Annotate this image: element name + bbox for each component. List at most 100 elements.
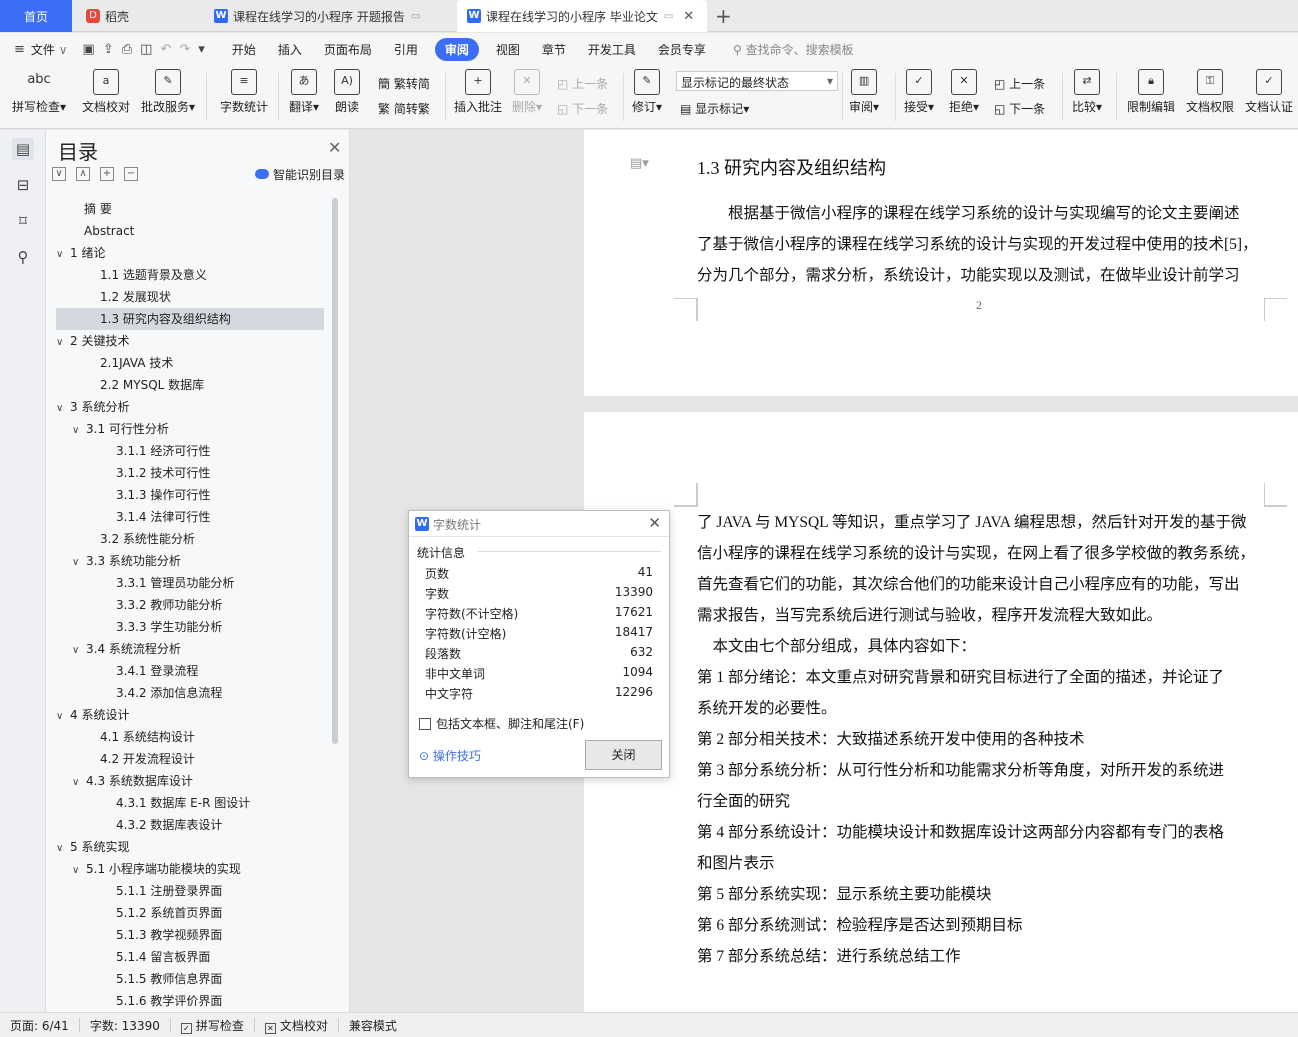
toc-item[interactable]: 3.1.2 技术可行性 bbox=[56, 462, 324, 484]
chevron-down-icon[interactable]: ∨ bbox=[72, 420, 86, 442]
toc-item[interactable]: 3.3.3 学生功能分析 bbox=[56, 616, 324, 638]
tab-doc-thesis[interactable]: W课程在线学习的小程序 毕业论文▭✕ bbox=[457, 0, 707, 32]
show-markup-button[interactable]: ▤ 显示标记▾ bbox=[680, 100, 749, 117]
menu-file[interactable]: 文件 ∨ bbox=[29, 41, 79, 58]
toc-item[interactable]: 5.1.3 教学视频界面 bbox=[56, 924, 324, 946]
tips-link[interactable]: ⊙ 操作技巧 bbox=[419, 747, 481, 764]
toc-item[interactable]: 1.3 研究内容及组织结构 bbox=[56, 308, 324, 330]
tab-home[interactable]: 首页 bbox=[0, 0, 72, 32]
outline-icon[interactable]: ▤ bbox=[12, 138, 34, 160]
toc-item[interactable]: 5.1.6 教学评价界面 bbox=[56, 990, 324, 1012]
menu-start[interactable]: 开始 bbox=[221, 41, 267, 58]
doc-auth-button[interactable]: ✓文档认证 bbox=[1245, 69, 1293, 115]
doc-check-button[interactable]: a文档校对 bbox=[82, 69, 130, 115]
trad-to-simp-button[interactable]: 簡 繁转简 bbox=[378, 75, 430, 92]
toc-item[interactable]: ∨3.3 系统功能分析 bbox=[56, 550, 324, 572]
toc-item[interactable]: ∨4 系统设计 bbox=[56, 704, 324, 726]
accept-button[interactable]: ✓接受▾ bbox=[904, 69, 934, 115]
include-textbox-checkbox[interactable]: 包括文本框、脚注和尾注(F) bbox=[419, 715, 584, 732]
tab-daoke[interactable]: D稻壳 bbox=[76, 0, 200, 32]
chevron-down-icon[interactable]: ∨ bbox=[56, 398, 70, 420]
toc-item[interactable]: 4.2 开发流程设计 bbox=[56, 748, 324, 770]
toc-item[interactable]: Abstract bbox=[56, 220, 324, 242]
simp-to-trad-button[interactable]: 繁 简转繁 bbox=[378, 100, 430, 117]
toc-item[interactable]: 1.1 选题背景及意义 bbox=[56, 264, 324, 286]
undo-icon[interactable]: ↶ bbox=[156, 42, 175, 57]
delete-comment-button[interactable]: ✕删除▾ bbox=[512, 69, 542, 115]
restrict-edit-button[interactable]: 🔒︎限制编辑 bbox=[1127, 69, 1175, 115]
toc-item[interactable]: ∨1 绪论 bbox=[56, 242, 324, 264]
menu-insert[interactable]: 插入 bbox=[267, 41, 313, 58]
review-pane-button[interactable]: ▥审阅▾ bbox=[849, 69, 879, 115]
toc-item[interactable]: 3.1.1 经济可行性 bbox=[56, 440, 324, 462]
toc-item[interactable]: 5.1.1 注册登录界面 bbox=[56, 880, 324, 902]
menu-layout[interactable]: 页面布局 bbox=[313, 41, 383, 58]
add-tab-button[interactable]: + bbox=[715, 4, 732, 28]
save-icon[interactable]: ▣ bbox=[79, 42, 99, 57]
chevron-down-icon[interactable]: ∨ bbox=[56, 838, 70, 860]
toc-item[interactable]: 4.3.2 数据库表设计 bbox=[56, 814, 324, 836]
next-comment-button[interactable]: ◱ 下一条 bbox=[557, 100, 608, 117]
reject-button[interactable]: ✕拒绝▾ bbox=[949, 69, 979, 115]
toc-item[interactable]: ∨3 系统分析 bbox=[56, 396, 324, 418]
customize-icon[interactable]: ▾ bbox=[194, 42, 221, 57]
tab-doc-proposal[interactable]: W课程在线学习的小程序 开题报告▭ bbox=[204, 0, 454, 32]
toc-item[interactable]: ∨5 系统实现 bbox=[56, 836, 324, 858]
spell-check-button[interactable]: abc拼写检查▾ bbox=[12, 69, 66, 115]
menu-view[interactable]: 视图 bbox=[485, 41, 531, 58]
toc-item[interactable]: 3.4.2 添加信息流程 bbox=[56, 682, 324, 704]
toc-item[interactable]: ∨2 关键技术 bbox=[56, 330, 324, 352]
chevron-down-icon[interactable]: ∨ bbox=[56, 332, 70, 354]
chevron-down-icon[interactable]: ∨ bbox=[72, 772, 86, 794]
close-tab-icon[interactable]: ✕ bbox=[683, 9, 694, 24]
toc-item[interactable]: 4.1 系统结构设计 bbox=[56, 726, 324, 748]
print-icon[interactable]: ⎙ bbox=[118, 42, 136, 57]
doc-rights-button[interactable]: ⚿文档权限 bbox=[1186, 69, 1234, 115]
prev-change-button[interactable]: ◰ 上一条 bbox=[994, 75, 1045, 92]
toc-item[interactable]: 3.3.1 管理员功能分析 bbox=[56, 572, 324, 594]
review-service-button[interactable]: ✎批改服务▾ bbox=[141, 69, 195, 115]
menu-references[interactable]: 引用 bbox=[383, 41, 429, 58]
toc-item[interactable]: ∨4.3 系统数据库设计 bbox=[56, 770, 324, 792]
menu-devtools[interactable]: 开发工具 bbox=[577, 41, 647, 58]
read-aloud-button[interactable]: A)朗读 bbox=[334, 69, 360, 115]
bookmark-icon[interactable]: ⌑ bbox=[12, 210, 34, 232]
toc-scrollbar[interactable] bbox=[332, 198, 338, 744]
add-heading-icon[interactable]: + bbox=[100, 167, 114, 181]
chapter-nav-icon[interactable]: ⊟ bbox=[12, 174, 34, 196]
translate-button[interactable]: あ翻译▾ bbox=[289, 69, 319, 115]
close-icon[interactable]: ✕ bbox=[648, 514, 661, 532]
toc-item[interactable]: 2.1JAVA 技术 bbox=[56, 352, 324, 374]
toc-item[interactable]: 5.1.2 系统首页界面 bbox=[56, 902, 324, 924]
chevron-down-icon[interactable]: ∨ bbox=[72, 860, 86, 882]
expand-all-icon[interactable]: ∧ bbox=[76, 167, 90, 181]
compare-button[interactable]: ⇄比较▾ bbox=[1072, 69, 1102, 115]
toc-item[interactable]: 5.1.4 留言板界面 bbox=[56, 946, 324, 968]
remove-heading-icon[interactable]: − bbox=[124, 167, 138, 181]
collapse-all-icon[interactable]: ∨ bbox=[52, 167, 66, 181]
chevron-down-icon[interactable]: ∨ bbox=[72, 552, 86, 574]
next-change-button[interactable]: ◱ 下一条 bbox=[994, 100, 1045, 117]
toc-item[interactable]: 4.3.1 数据库 E-R 图设计 bbox=[56, 792, 324, 814]
close-icon[interactable]: ✕ bbox=[328, 138, 341, 157]
markup-mode-select[interactable]: 显示标记的最终状态 bbox=[676, 71, 838, 91]
status-doc-check[interactable]: ✕文档校对 bbox=[255, 1017, 338, 1034]
menu-chapter[interactable]: 章节 bbox=[531, 41, 577, 58]
toc-item[interactable]: ∨5.1 小程序端功能模块的实现 bbox=[56, 858, 324, 880]
toc-item[interactable]: 3.3.2 教师功能分析 bbox=[56, 594, 324, 616]
chevron-down-icon[interactable]: ∨ bbox=[56, 706, 70, 728]
hamburger-icon[interactable]: ≡ bbox=[0, 42, 29, 57]
chevron-down-icon[interactable]: ∨ bbox=[56, 244, 70, 266]
close-dialog-button[interactable]: 关闭 bbox=[585, 740, 662, 770]
status-page[interactable]: 页面: 6/41 bbox=[0, 1017, 79, 1034]
toc-item[interactable]: ∨3.1 可行性分析 bbox=[56, 418, 324, 440]
status-word-count[interactable]: 字数: 13390 bbox=[80, 1017, 170, 1034]
track-changes-button[interactable]: ✎修订▾ bbox=[632, 69, 662, 115]
smart-toc-button[interactable]: 智能识别目录 bbox=[255, 166, 345, 183]
toc-item[interactable]: 3.1.4 法律可行性 bbox=[56, 506, 324, 528]
toc-item[interactable]: 1.2 发展现状 bbox=[56, 286, 324, 308]
print-preview-icon[interactable]: ◫ bbox=[136, 42, 156, 57]
word-count-button[interactable]: ≡字数统计 bbox=[220, 69, 268, 115]
command-search[interactable]: ⚲ 查找命令、搜索模板 bbox=[717, 41, 854, 58]
redo-icon[interactable]: ↷ bbox=[175, 42, 194, 57]
